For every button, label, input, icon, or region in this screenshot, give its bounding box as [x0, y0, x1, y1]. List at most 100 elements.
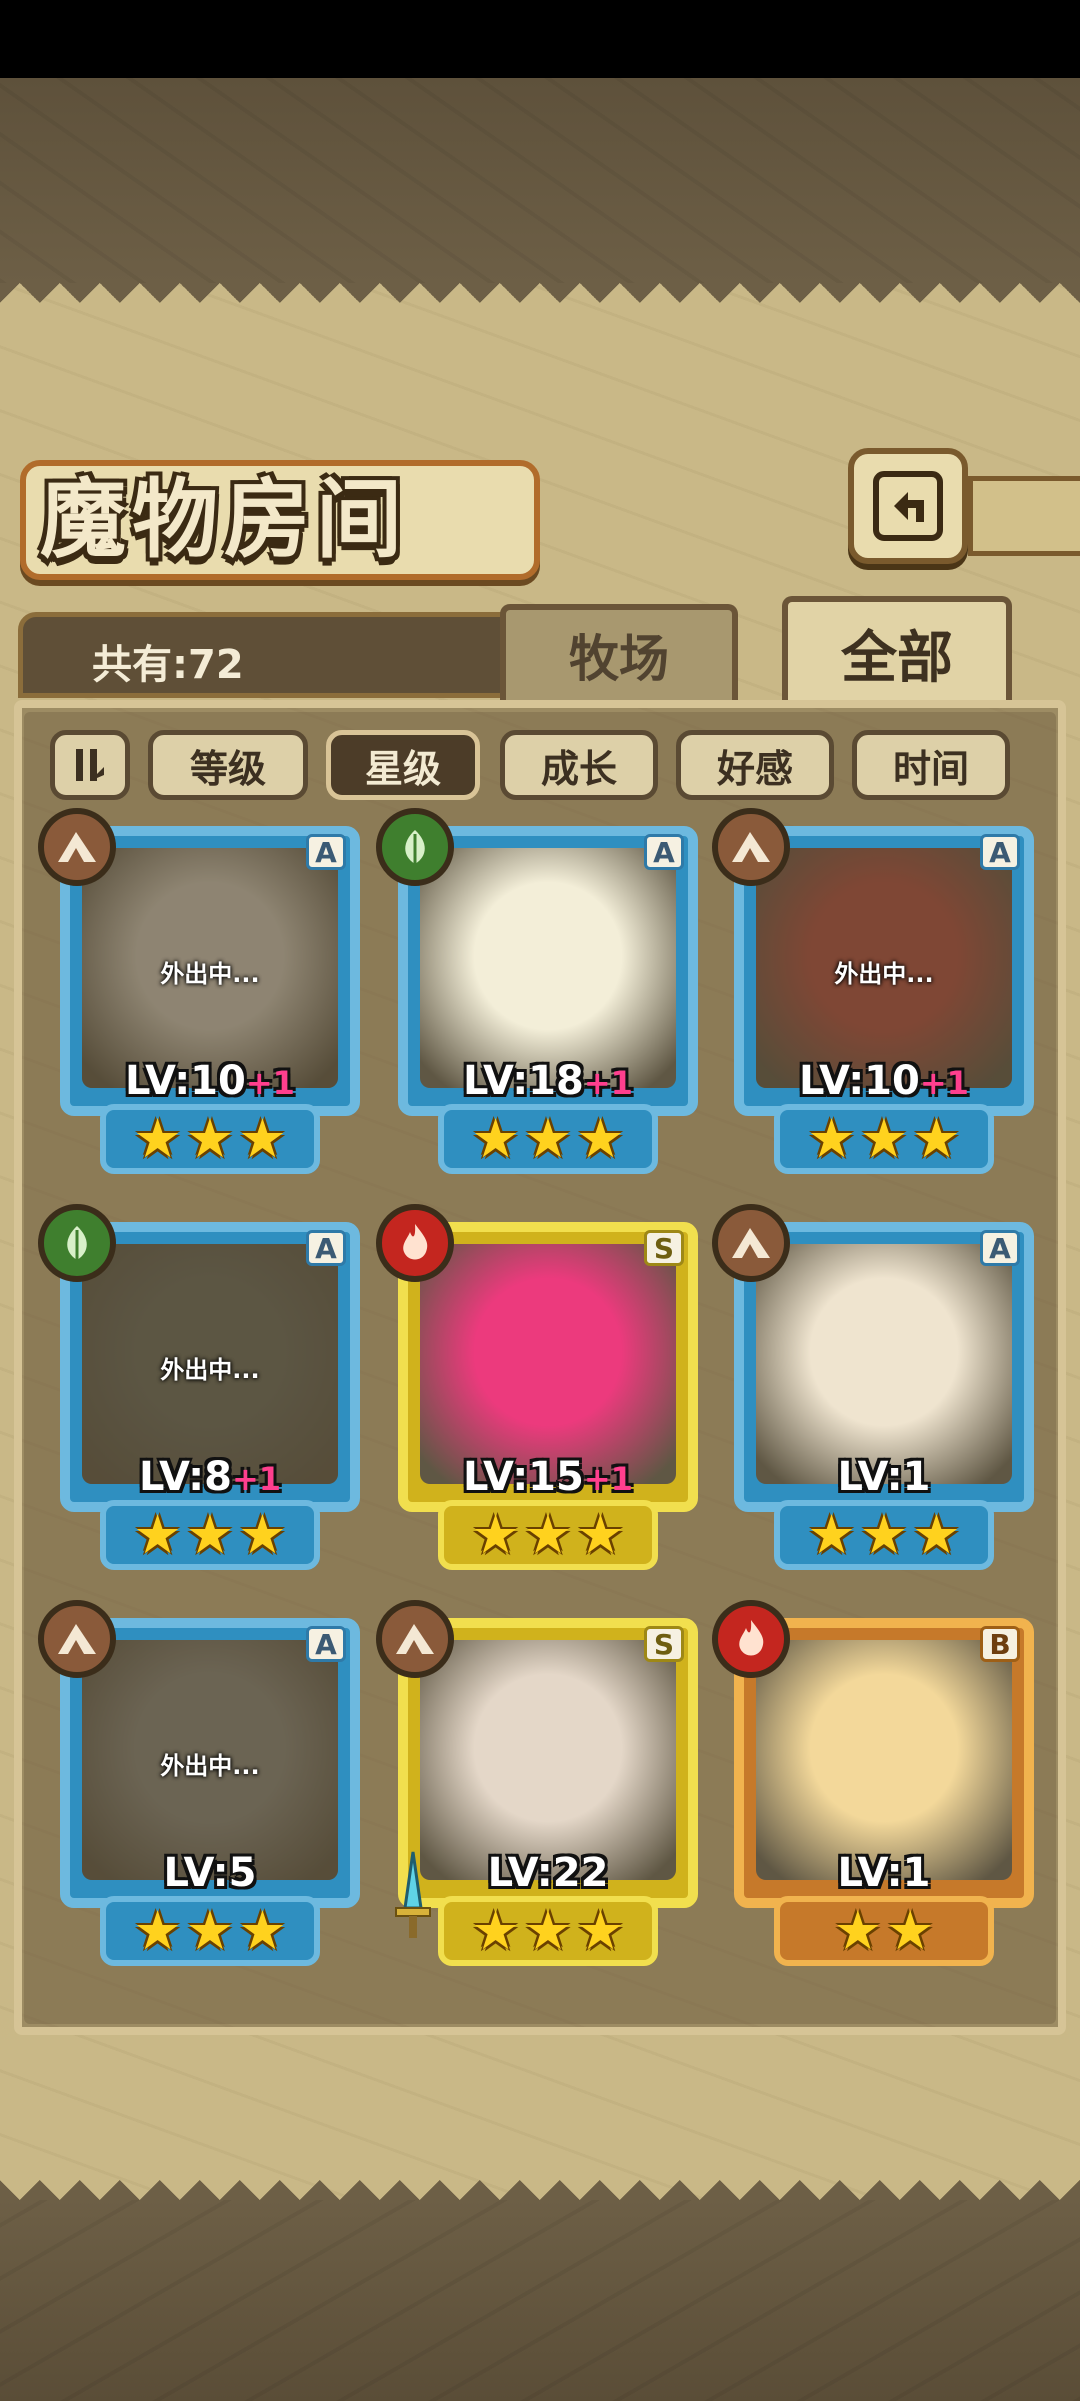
away-status: 外出中... — [834, 960, 934, 988]
sort-level[interactable]: 等级 — [148, 730, 308, 800]
page-title: 魔物房间 — [40, 470, 408, 570]
level-text: LV:5 — [163, 1850, 257, 1896]
tab-pasture[interactable]: 牧场 — [500, 604, 738, 700]
flame-icon — [739, 1620, 764, 1656]
mountain-icon — [396, 1624, 434, 1654]
monster-portrait — [756, 1244, 1012, 1484]
element-badge — [38, 1204, 116, 1282]
sword-icon — [388, 1848, 438, 1948]
rank-badge: A — [306, 1626, 346, 1662]
star-rating: ★ ★ ★ — [438, 1500, 658, 1570]
map-background-top — [0, 78, 1080, 283]
star-icon: ★ — [238, 1503, 287, 1566]
sort-stars[interactable]: 星级 — [326, 730, 480, 800]
leaf-icon — [67, 1226, 87, 1260]
level-bonus: +1 — [919, 1064, 969, 1102]
star-icon: ★ — [471, 1107, 520, 1170]
monster-portrait — [420, 1640, 676, 1880]
level-text: LV:10 — [125, 1058, 246, 1104]
rank-badge: A — [644, 834, 684, 870]
away-status: 外出中... — [160, 960, 260, 988]
sort-affection[interactable]: 好感 — [676, 730, 834, 800]
star-icon: ★ — [523, 1503, 573, 1566]
monster-card[interactable]: A 外出中... LV:5 ★ ★ ★ — [38, 1600, 360, 1973]
map-background-bottom — [0, 2200, 1080, 2401]
element-badge — [38, 1600, 116, 1678]
sort-order-icon — [76, 749, 104, 781]
monster-card[interactable]: S LV:15+1 ★ ★ ★ — [376, 1204, 698, 1577]
sort-growth[interactable]: 成长 — [500, 730, 658, 800]
star-icon: ★ — [238, 1107, 287, 1170]
star-icon: ★ — [859, 1503, 909, 1566]
monster-portrait — [756, 1640, 1012, 1880]
star-rating: ★ ★ ★ — [100, 1500, 320, 1570]
star-icon: ★ — [185, 1503, 235, 1566]
star-rating: ★ ★ ★ — [774, 1500, 994, 1570]
monster-card[interactable]: B LV:1 ★ ★ — [712, 1600, 1034, 1973]
away-status: 外出中... — [160, 1356, 260, 1384]
star-icon: ★ — [912, 1107, 961, 1170]
star-icon: ★ — [859, 1107, 909, 1170]
star-icon: ★ — [807, 1503, 856, 1566]
element-badge — [376, 1600, 454, 1678]
sort-time[interactable]: 时间 — [852, 730, 1010, 800]
star-icon: ★ — [133, 1107, 182, 1170]
star-icon: ★ — [833, 1899, 882, 1962]
monster-card[interactable]: A 外出中... LV:10+1 ★ ★ ★ — [712, 808, 1034, 1181]
flame-icon — [403, 1224, 428, 1260]
level-text: LV:22 — [487, 1850, 609, 1896]
level-bonus: +1 — [583, 1460, 633, 1498]
star-icon: ★ — [238, 1899, 287, 1962]
rank-badge: S — [644, 1626, 684, 1662]
level-label: LV:5 — [60, 1850, 360, 1896]
level-label: LV:1 — [734, 1454, 1034, 1500]
star-icon: ★ — [807, 1107, 856, 1170]
panel-edge-top — [0, 283, 1080, 323]
monster-card[interactable]: A 外出中... LV:10+1 ★ ★ ★ — [38, 808, 360, 1181]
star-rating: ★ ★ ★ — [100, 1896, 320, 1966]
star-icon: ★ — [185, 1107, 235, 1170]
star-icon: ★ — [133, 1503, 182, 1566]
mountain-icon — [58, 1624, 96, 1654]
level-label: LV:15+1 — [398, 1454, 698, 1500]
star-icon: ★ — [523, 1899, 573, 1962]
back-button[interactable] — [848, 448, 968, 564]
monster-card[interactable]: A 外出中... LV:8+1 ★ ★ ★ — [38, 1204, 360, 1577]
star-rating: ★ ★ — [774, 1896, 994, 1966]
star-icon: ★ — [886, 1899, 935, 1962]
monster-portrait — [420, 1244, 676, 1484]
sort-order-button[interactable] — [50, 730, 130, 800]
star-icon: ★ — [185, 1899, 235, 1962]
rank-badge: A — [306, 834, 346, 870]
level-label: LV:1 — [734, 1850, 1034, 1896]
star-rating: ★ ★ ★ — [438, 1896, 658, 1966]
level-label: LV:10+1 — [734, 1058, 1034, 1104]
level-text: LV:15 — [463, 1454, 584, 1500]
level-label: LV:10+1 — [60, 1058, 360, 1104]
level-text: LV:1 — [837, 1454, 931, 1500]
star-rating: ★ ★ ★ — [438, 1104, 658, 1174]
star-rating: ★ ★ ★ — [100, 1104, 320, 1174]
monster-portrait — [420, 848, 676, 1088]
monster-card[interactable]: S LV:22 ★ ★ ★ — [376, 1600, 698, 1973]
level-bonus: +1 — [245, 1064, 295, 1102]
return-arrow-icon — [873, 471, 943, 541]
level-bonus: +1 — [231, 1460, 282, 1498]
tab-all[interactable]: 全部 — [782, 596, 1012, 704]
monster-card[interactable]: A LV:1 ★ ★ ★ — [712, 1204, 1034, 1577]
panel-edge-bottom — [0, 2160, 1080, 2200]
mountain-icon — [732, 1228, 770, 1258]
element-badge — [712, 1204, 790, 1282]
element-badge — [38, 808, 116, 886]
star-icon: ★ — [471, 1503, 520, 1566]
star-icon: ★ — [576, 1503, 625, 1566]
level-label: LV:8+1 — [60, 1454, 360, 1500]
star-icon: ★ — [471, 1899, 520, 1962]
monster-card[interactable]: A LV:18+1 ★ ★ ★ — [376, 808, 698, 1181]
mountain-icon — [58, 832, 96, 862]
level-label: LV:22 — [398, 1850, 698, 1896]
rank-badge: A — [980, 834, 1020, 870]
star-icon: ★ — [133, 1899, 182, 1962]
monster-count: 共有:72 — [92, 642, 244, 688]
level-bonus: +1 — [583, 1064, 633, 1102]
